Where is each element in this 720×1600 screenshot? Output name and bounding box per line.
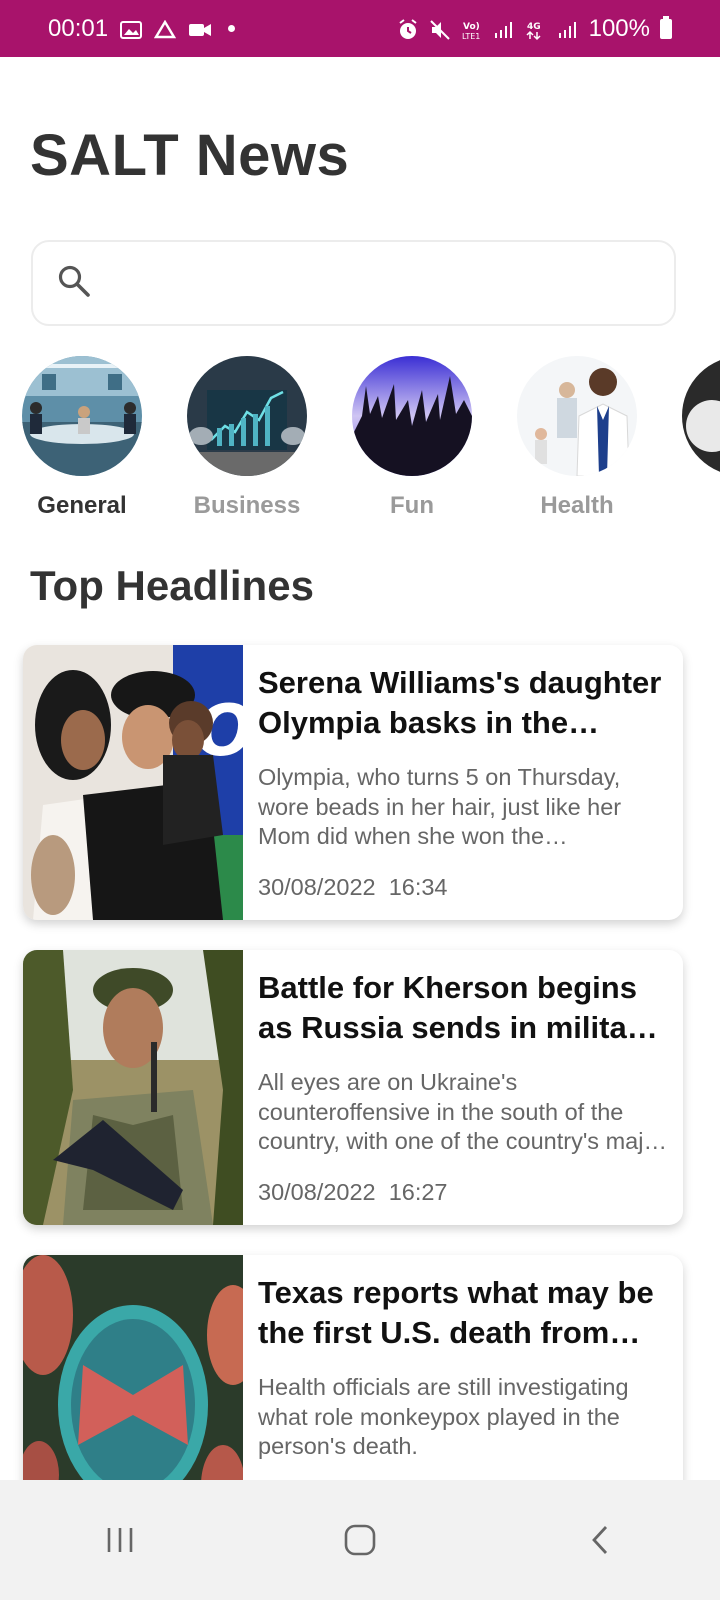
back-button[interactable] (560, 1510, 640, 1570)
4g-icon: 4G (525, 19, 547, 40)
article-thumbnail[interactable] (23, 950, 243, 1225)
home-icon (344, 1524, 376, 1556)
category-label: S (662, 492, 720, 520)
article-timestamp: 30/08/2022 16:34 (258, 874, 668, 901)
dot-icon (228, 25, 236, 32)
article-title[interactable]: Serena Williams's daughter Olympia basks… (258, 663, 668, 743)
battery-text: 100% (588, 14, 650, 42)
drive-icon (153, 19, 177, 39)
category-fun[interactable]: Fun (332, 356, 492, 520)
volte-icon: Vo) LTE1 (461, 19, 483, 41)
article-date: 30/08/2022 (258, 1178, 376, 1205)
mute-icon (429, 19, 451, 40)
svg-text:4G: 4G (527, 22, 541, 32)
status-right: Vo) LTE1 4G 100% (397, 15, 672, 43)
search-bar[interactable] (31, 240, 676, 326)
category-label: Business (193, 492, 301, 519)
article-description: Health officials are still investigating… (258, 1374, 629, 1459)
category-label: Health (540, 492, 614, 519)
article-timestamp: 30/08/2022 16:27 (258, 1179, 668, 1206)
category-health-image[interactable] (517, 356, 637, 476)
category-carousel[interactable]: General Business Fun Health (0, 356, 720, 526)
category-label: Fun (390, 492, 434, 519)
status-left: 00:01 (48, 14, 236, 43)
article-thumbnail[interactable]: O (23, 645, 255, 920)
back-icon (592, 1526, 608, 1554)
article-description: All eyes are on Ukraine's counteroffensi… (258, 1069, 665, 1154)
article-title[interactable]: Texas reports what may be the first U.S.… (258, 1273, 668, 1353)
article-date: 30/08/2022 (258, 873, 376, 900)
category-fun-image[interactable] (352, 356, 472, 476)
category-general-image[interactable] (22, 356, 142, 476)
status-bar: 00:01 Vo) LTE1 4G 100% (0, 0, 720, 57)
article-description: Olympia, who turns 5 on Thursday, wore b… (258, 764, 622, 849)
article-body: Battle for Kherson begins as Russia send… (258, 968, 668, 1206)
category-label: General (37, 492, 127, 519)
svg-text:LTE1: LTE1 (462, 32, 480, 41)
app-title: SALT News (30, 123, 350, 188)
category-health[interactable]: Health (497, 356, 657, 520)
article-card[interactable]: Battle for Kherson begins as Russia send… (23, 950, 683, 1225)
gallery-icon (120, 19, 143, 39)
signal-icon (557, 19, 579, 39)
section-title: Top Headlines (30, 562, 314, 609)
video-icon (188, 19, 212, 39)
article-body: Serena Williams's daughter Olympia basks… (258, 663, 668, 901)
svg-text:Vo): Vo) (463, 22, 480, 32)
battery-icon (660, 15, 672, 39)
article-body: Texas reports what may be the first U.S.… (258, 1273, 668, 1462)
category-business-image[interactable] (187, 356, 307, 476)
recent-apps-button[interactable] (80, 1510, 160, 1570)
search-icon[interactable] (57, 264, 91, 303)
search-input[interactable] (105, 252, 674, 314)
article-card[interactable]: O Serena Williams's daughter Olympia bas… (23, 645, 683, 920)
category-science[interactable]: S (662, 356, 720, 520)
alarm-icon (397, 18, 419, 39)
system-nav-bar (0, 1480, 720, 1600)
category-business[interactable]: Business (167, 356, 327, 520)
signal-icon (493, 19, 515, 39)
home-button[interactable] (320, 1510, 400, 1570)
recents-icon (107, 1528, 133, 1552)
status-time: 00:01 (48, 14, 109, 42)
category-general[interactable]: General (2, 356, 162, 520)
article-title[interactable]: Battle for Kherson begins as Russia send… (258, 968, 668, 1048)
article-time: 16:27 (388, 1178, 448, 1205)
category-science-image[interactable] (682, 356, 720, 476)
article-time: 16:34 (388, 873, 448, 900)
